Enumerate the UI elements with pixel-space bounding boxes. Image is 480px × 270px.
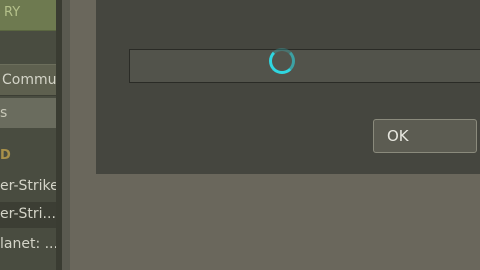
news-tab[interactable]: s — [0, 98, 60, 128]
steam-sidebar: RY mes He Commun s D er-Strike er-Stri..… — [0, 0, 62, 270]
community-tab[interactable]: Commun — [0, 64, 60, 96]
ok-button[interactable]: OK — [373, 119, 477, 153]
ok-button-label: OK — [387, 127, 409, 145]
game-list-item-label: er-Strike — [0, 178, 59, 194]
sidebar-scrollbar[interactable] — [56, 0, 62, 270]
game-list-item-label: lanet: ... — [0, 236, 58, 252]
section-header-label: D — [0, 148, 11, 163]
progress-field — [129, 49, 480, 83]
game-list-item[interactable]: lanet: ... — [0, 232, 60, 258]
news-tab-label: s — [0, 105, 8, 121]
games-section-header: D — [0, 146, 60, 166]
loading-spinner-icon — [269, 48, 295, 74]
library-tab-label: RY — [4, 5, 21, 20]
community-tab-label: Commun — [2, 72, 60, 88]
game-list-item[interactable]: er-Strike — [0, 174, 60, 200]
library-tab[interactable]: RY — [0, 0, 56, 31]
game-list-item-label: er-Stri... — [0, 206, 56, 222]
game-list-item-selected[interactable]: er-Stri... — [0, 202, 60, 228]
